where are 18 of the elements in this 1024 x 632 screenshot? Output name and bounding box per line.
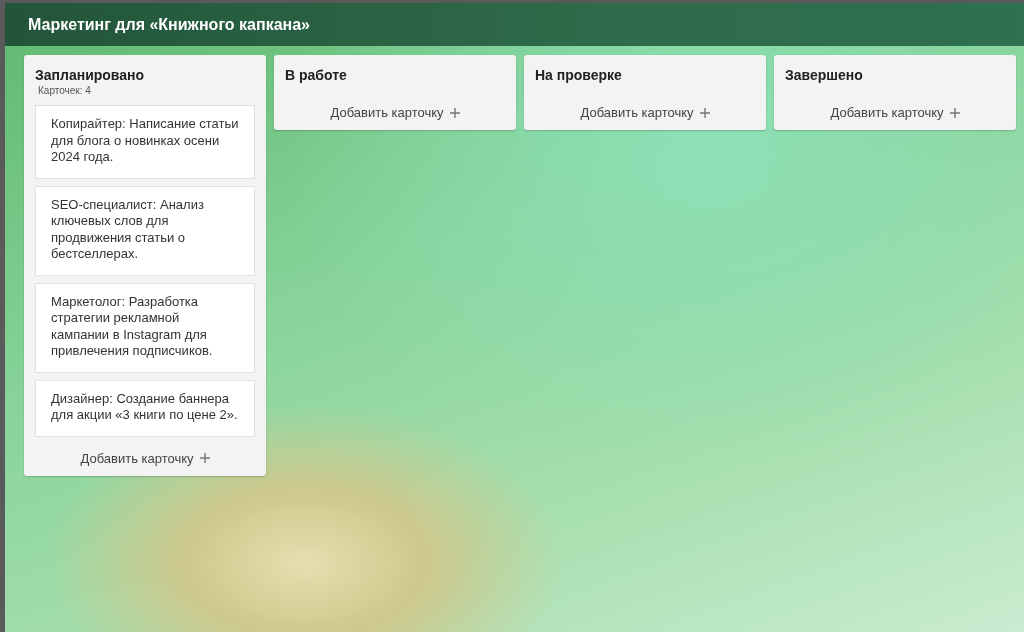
- card-count: Карточек: 4: [38, 85, 92, 96]
- column-title: Запланировано: [35, 67, 146, 83]
- task-card[interactable]: Дизайнер: Создание баннера для акции «3 книги по цене 2».: [35, 379, 255, 437]
- plus-icon: [699, 107, 710, 118]
- column-title: На проверке: [535, 67, 623, 83]
- task-card[interactable]: SEO-специалист: Анализ ключевых слов для продвижения статьи о бестселлерах.: [35, 185, 255, 276]
- column-title: В работе: [285, 67, 348, 83]
- add-card-button[interactable]: Добавить карточку: [326, 103, 464, 122]
- plus-icon: [949, 107, 960, 118]
- add-card-button[interactable]: Добавить карточку: [576, 103, 714, 122]
- column-title: Завершено: [785, 67, 864, 83]
- board-title: Маркетинг для «Книжного капкана»: [28, 15, 310, 34]
- task-card[interactable]: Маркетолог: Разработка стратегии рекламной кампании в Instagram для привлечения подписчиков.: [35, 282, 255, 373]
- add-card-button[interactable]: Добавить карточку: [76, 448, 214, 468]
- plus-icon: [199, 453, 210, 463]
- task-card[interactable]: Копирайтер: Написание статьи для блога о новинках осени 2024 года.: [35, 105, 255, 179]
- plus-icon: [449, 107, 460, 118]
- add-card-button[interactable]: Добавить карточку: [826, 103, 964, 122]
